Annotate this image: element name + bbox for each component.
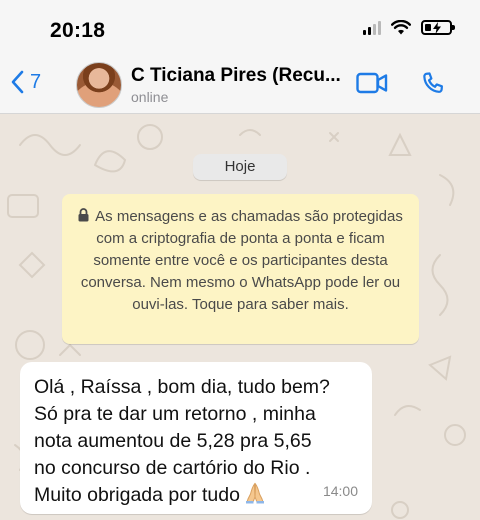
date-divider: Hoje <box>193 154 287 180</box>
message-text: Olá , Raíssa , bom dia, tudo bem? Só pra… <box>34 376 330 506</box>
cellular-signal-icon <box>363 20 381 35</box>
contact-name[interactable]: C Ticiana Pires (Recu... <box>131 65 341 87</box>
unread-count: 7 <box>30 70 42 93</box>
chat-header: 7 C Ticiana Pires (Recu... online <box>0 56 480 114</box>
encryption-notice[interactable]: As mensagens e as chamadas são protegida… <box>62 194 419 344</box>
message-time: 14:00 <box>322 483 358 499</box>
status-bar: 20:18 <box>0 0 480 56</box>
lock-icon <box>78 208 89 222</box>
video-call-button[interactable] <box>356 72 388 99</box>
back-button[interactable]: 7 <box>10 70 41 94</box>
video-camera-icon <box>356 72 388 94</box>
phone-icon <box>423 72 443 93</box>
status-icons <box>363 20 455 35</box>
contact-status: online <box>131 89 169 105</box>
praying-hands-icon <box>245 482 264 504</box>
avatar[interactable] <box>76 62 122 108</box>
encryption-notice-text: As mensagens e as chamadas são protegida… <box>80 208 403 313</box>
status-time: 20:18 <box>50 19 106 42</box>
chevron-left-icon <box>11 70 24 94</box>
battery-charging-icon <box>421 20 455 35</box>
wifi-icon <box>391 20 411 35</box>
chat-area[interactable]: Hoje As mensagens e as chamadas são prot… <box>0 115 480 520</box>
voice-call-button[interactable] <box>419 70 447 103</box>
message-bubble[interactable]: Olá , Raíssa , bom dia, tudo bem? Só pra… <box>20 362 372 514</box>
